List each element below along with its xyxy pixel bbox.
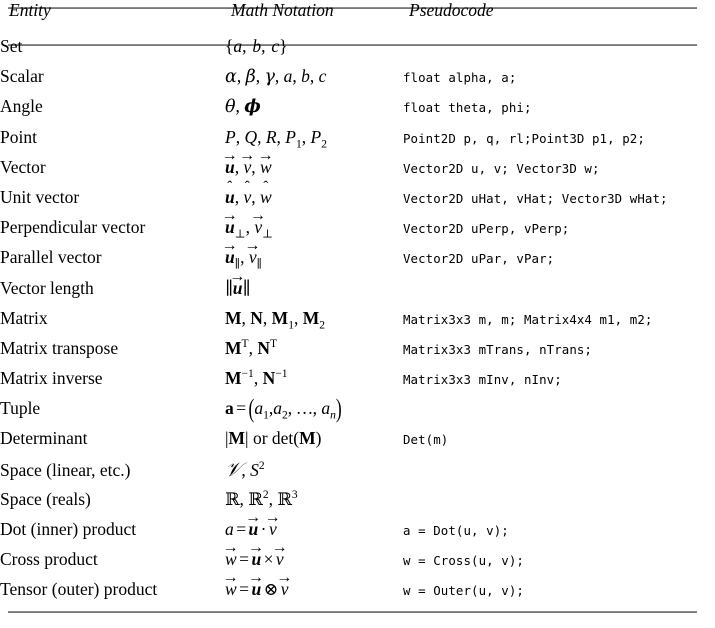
entity-label: Tensor (outer) product bbox=[0, 579, 158, 600]
entity-label: Vector length bbox=[0, 277, 94, 298]
pseudocode: Vector2D uHat, vHat; Vector3D wHat; bbox=[403, 190, 668, 206]
entity-label: Point bbox=[0, 126, 37, 147]
table-header-row: Entity Math Notation Pseudocode bbox=[0, 0, 715, 37]
math-notation: P, Q, R, P1, P2 bbox=[225, 126, 328, 151]
table-row: Scalar α, β, γ, a, b, c float alpha, a; bbox=[0, 67, 715, 97]
entity-label: Angle bbox=[0, 96, 43, 117]
table-row: Point P, Q, R, P1, P2 Point2D p, q, rl;P… bbox=[0, 126, 715, 158]
table-bottom-rule bbox=[8, 611, 697, 613]
entity-label: Space (reals) bbox=[0, 488, 91, 509]
pseudocode bbox=[403, 279, 715, 309]
pseudocode: Det(m) bbox=[403, 432, 449, 448]
math-notation: w → = u → × v → bbox=[222, 539, 288, 570]
table-row: Matrix M, N, M1, M2 Matrix3x3 m, m; Matr… bbox=[0, 307, 715, 339]
table-row: Space (linear, etc.) 𝒱, S2 bbox=[0, 457, 715, 490]
pseudocode: Matrix3x3 m, m; Matrix4x4 m1, m2; bbox=[403, 311, 653, 327]
entity-label: Space (linear, etc.) bbox=[0, 459, 131, 480]
entity-label: Matrix inverse bbox=[0, 368, 103, 389]
math-notation: uˆ, vˆ, wˆ bbox=[225, 179, 272, 207]
table-row: Tensor (outer) product w → = u → ⊗ v → w = Oute… bbox=[0, 569, 715, 610]
table-row: Parallel vector u → ∥, v → ∥ Vector2D uPar, … bbox=[0, 237, 715, 278]
table-row: Vector length ∥u → ∥ bbox=[0, 267, 715, 309]
table-header: Entity Math Notation Pseudocode bbox=[0, 0, 715, 37]
math-notation: MT, NT bbox=[225, 337, 278, 358]
math-notation: |M| or det(M) bbox=[225, 428, 322, 449]
table-row: Matrix inverse M−1, N−1 Matrix3x3 mInv, … bbox=[0, 368, 715, 399]
pseudocode bbox=[403, 399, 715, 429]
math-notation: u → ∥, v → ∥ bbox=[221, 237, 262, 271]
pseudocode: w = Outer(u, v); bbox=[403, 583, 524, 599]
math-notation: w → = u → ⊗ v → bbox=[222, 569, 293, 600]
entity-label: Tuple bbox=[0, 398, 41, 419]
table-row: Angle θ, ϕ float theta, phi; bbox=[0, 97, 715, 127]
table-row: Space (reals) ℝ, ℝ2, ℝ3 bbox=[0, 488, 715, 520]
math-notation: ∥u → ∥ bbox=[225, 267, 251, 298]
entity-label: Matrix transpose bbox=[0, 337, 119, 358]
column-header-entity: Entity bbox=[9, 0, 51, 20]
entity-label: Matrix bbox=[0, 307, 48, 328]
math-notation: α, β, γ, a, b, c bbox=[225, 66, 327, 88]
pseudocode: float alpha, a; bbox=[403, 70, 517, 86]
pseudocode bbox=[403, 37, 715, 67]
math-notation: 𝒱, S2 bbox=[225, 457, 265, 481]
pseudocode: Matrix3x3 mInv, nInv; bbox=[403, 372, 562, 388]
table-body: Set {a, b, c} Scalar α, β, γ, a, b, c fl… bbox=[0, 37, 715, 611]
pseudocode bbox=[403, 490, 715, 520]
math-notation: u →, v →, w → bbox=[221, 146, 274, 177]
math-notation: {a, b, c} bbox=[225, 36, 288, 56]
pseudocode: float theta, phi; bbox=[403, 100, 532, 116]
table-row: Determinant |M| or det(M) Det(m) bbox=[0, 429, 715, 459]
entity-label: Cross product bbox=[0, 549, 98, 570]
table-row: Cross product w → = u → × v → w = Cross(u, v); bbox=[0, 539, 715, 580]
pseudocode: a = Dot(u, v); bbox=[403, 523, 509, 538]
table-row: Perpendicular vector u → ⊥, v → ⊥ Vector2D u… bbox=[0, 207, 715, 248]
table-row: Unit vector uˆ, vˆ, wˆ Vector2D uHat, vH… bbox=[0, 179, 715, 218]
pseudocode: Vector2D uPerp, vPerp; bbox=[403, 221, 570, 237]
notation-table: Entity Math Notation Pseudocode Set {a, … bbox=[0, 0, 715, 611]
column-header-pseudocode: Pseudocode bbox=[409, 0, 494, 20]
pseudocode bbox=[403, 460, 715, 490]
entity-label: Determinant bbox=[0, 428, 88, 449]
entity-label: Vector bbox=[0, 156, 46, 177]
table-row: Dot (inner) product a = u → · v → a = Dot(u, v… bbox=[0, 509, 715, 550]
entity-label: Scalar bbox=[0, 66, 44, 87]
pseudocode: Vector2D u, v; Vector3D w; bbox=[403, 160, 600, 176]
math-notation: a = u → · v → bbox=[225, 509, 281, 539]
column-header-math-notation: Math Notation bbox=[231, 0, 334, 20]
entity-label: Parallel vector bbox=[0, 247, 102, 268]
pseudocode: w = Cross(u, v); bbox=[403, 553, 524, 569]
table-row: Matrix transpose MT, NT Matrix3x3 mTrans… bbox=[0, 337, 715, 369]
entity-label: Dot (inner) product bbox=[0, 519, 137, 539]
entity-label: Set bbox=[0, 36, 23, 56]
entity-label: Unit vector bbox=[0, 186, 80, 207]
table-row: Vector u →, v →, w → Vector2D u, v; Vector3… bbox=[0, 146, 715, 188]
entity-label: Perpendicular vector bbox=[0, 217, 146, 238]
math-notation: ℝ, ℝ2, ℝ3 bbox=[225, 488, 298, 510]
math-notation: a = (a1,a2, . . ., an) bbox=[225, 393, 342, 424]
pseudocode: Vector2D uPar, vPar; bbox=[403, 251, 555, 267]
math-notation: M, N, M1, M2 bbox=[225, 307, 326, 332]
notation-table-container: Entity Math Notation Pseudocode Set {a, … bbox=[0, 0, 715, 628]
math-notation: θ, ϕ bbox=[225, 96, 261, 118]
pseudocode: Point2D p, q, rl;Point3D p1, p2; bbox=[403, 130, 645, 146]
math-notation: u → ⊥, v → ⊥ bbox=[221, 207, 273, 241]
pseudocode: Matrix3x3 mTrans, nTrans; bbox=[403, 341, 592, 357]
table-row: Tuple a = (a1,a2, . . ., an) bbox=[0, 393, 715, 429]
table-row: Set {a, b, c} bbox=[0, 37, 715, 67]
